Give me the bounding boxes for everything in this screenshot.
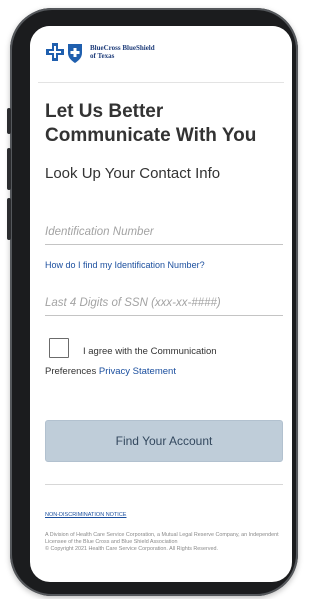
agree-label-continued: Preferences Privacy Statement	[45, 366, 280, 377]
find-account-button[interactable]: Find Your Account	[45, 420, 283, 462]
section-title: Look Up Your Contact Info	[45, 165, 221, 182]
page-title-line1: Let Us Better	[45, 101, 164, 122]
phone-side-button	[7, 198, 11, 240]
legal-division-text: A Division of Health Care Service Corpor…	[45, 532, 279, 545]
ssn-field[interactable]	[45, 293, 283, 316]
copyright-text: © Copyright 2021 Health Care Service Cor…	[45, 546, 218, 552]
identification-number-field[interactable]	[45, 222, 283, 245]
agree-checkbox[interactable]	[49, 338, 69, 358]
stage: BlueCross BlueShield of Texas Let Us Bet…	[0, 0, 300, 599]
phone-side-button	[7, 148, 11, 190]
privacy-statement-link[interactable]: Privacy Statement	[99, 366, 176, 377]
screen-content: Let Us Better Communicate With You Look …	[30, 26, 292, 582]
page-title-line2: Communicate With You	[45, 125, 257, 146]
non-discrimination-notice-link[interactable]: NON-DISCRIMINATION NOTICE	[45, 512, 126, 519]
phone-side-button	[7, 108, 11, 134]
footer-divider	[45, 484, 283, 485]
find-id-help-link[interactable]: How do I find my Identification Number?	[45, 260, 280, 271]
identification-number-input[interactable]	[45, 222, 283, 242]
legal-disclaimer: A Division of Health Care Service Corpor…	[45, 532, 285, 553]
page-title: Let Us Better Communicate With You	[45, 100, 280, 148]
agree-label: I agree with the Communication	[83, 346, 217, 357]
agree-label-prefix: Preferences	[45, 366, 99, 377]
ssn-input[interactable]	[45, 293, 283, 313]
